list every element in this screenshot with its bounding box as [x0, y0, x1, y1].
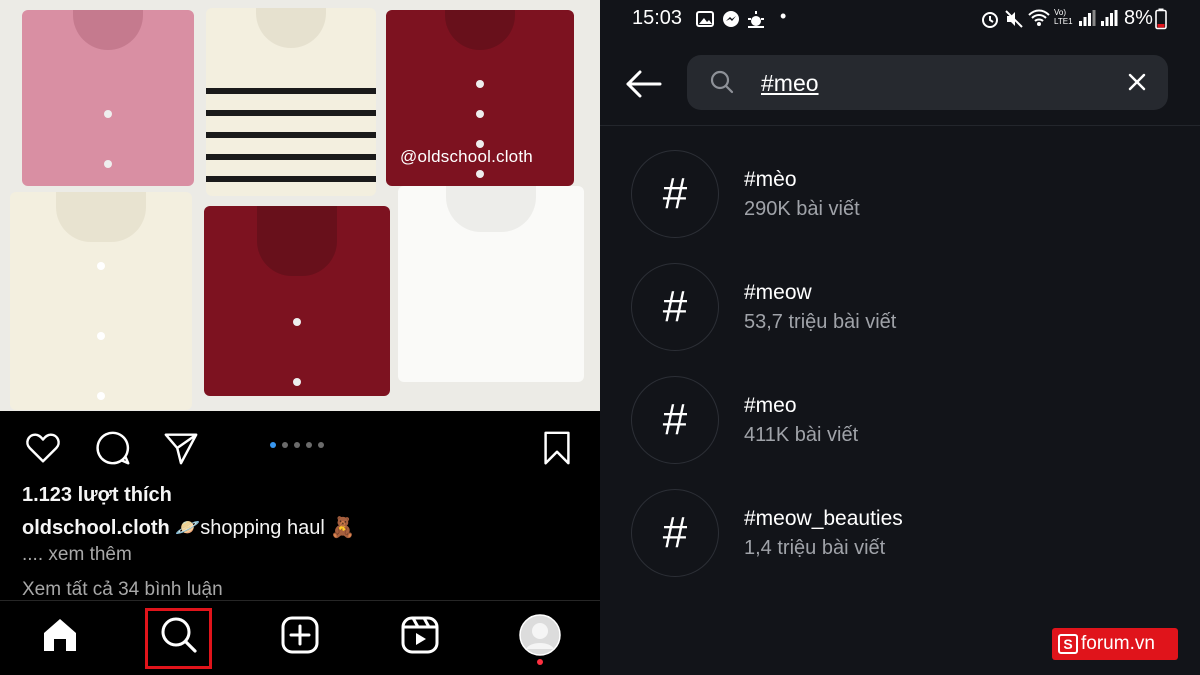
- photo-watermark: @oldschool.cloth: [400, 147, 533, 166]
- wifi-icon: [1028, 9, 1050, 26]
- hashtag-post-count: 53,7 triệu bài viết: [744, 311, 897, 333]
- more-notifications-dot: •: [780, 6, 787, 26]
- hashtag-icon: #: [631, 489, 719, 577]
- hashtag-result[interactable]: # #meow 53,7 triệu bài viết: [600, 263, 1200, 376]
- search-icon[interactable]: [157, 613, 201, 657]
- caption-text: 🪐shopping haul 🧸: [175, 517, 356, 539]
- hashtag-icon: #: [631, 376, 719, 464]
- signal-2-icon: [1101, 10, 1118, 26]
- caption-username[interactable]: oldschool.cloth: [22, 517, 170, 539]
- carousel-indicator: [270, 442, 324, 448]
- view-comments-link[interactable]: Xem tất cả 34 bình luận: [22, 579, 223, 601]
- network-label: Vo) LTE1: [1054, 8, 1073, 26]
- heart-icon[interactable]: [24, 429, 62, 467]
- alarm-icon: [982, 12, 998, 28]
- forum-logo-text: forum.vn: [1081, 633, 1155, 654]
- instagram-post-screen: @oldschool.cloth 1.123 lượt thích oldsch…: [0, 0, 600, 675]
- bookmark-icon[interactable]: [538, 429, 576, 467]
- status-time: 15:03: [632, 7, 683, 29]
- paper-plane-icon[interactable]: [162, 429, 200, 467]
- hashtag-name: #meo: [744, 394, 797, 417]
- hashtag-icon: #: [631, 150, 719, 238]
- search-glass-icon: [710, 70, 734, 94]
- hashtag-results-list: # #mèo 290K bài viết # #meow 53,7 triệu …: [600, 150, 1200, 602]
- hashtag-result[interactable]: # #meow_beauties 1,4 triệu bài viết: [600, 489, 1200, 602]
- hashtag-name: #meow_beauties: [744, 507, 903, 530]
- reels-icon[interactable]: [398, 613, 442, 657]
- see-more-link[interactable]: .... xem thêm: [22, 544, 132, 566]
- home-icon[interactable]: [38, 613, 82, 657]
- search-bar[interactable]: [687, 55, 1168, 110]
- hashtag-icon: #: [631, 263, 719, 351]
- clear-search-icon[interactable]: [1124, 69, 1150, 95]
- hashtag-result[interactable]: # #meo 411K bài viết: [600, 376, 1200, 489]
- white-cable-sweater: [398, 186, 584, 382]
- hashtag-post-count: 1,4 triệu bài viết: [744, 537, 886, 559]
- carousel-dot: [294, 442, 300, 448]
- hashtag-name: #meow: [744, 281, 812, 304]
- back-arrow-icon[interactable]: [622, 62, 666, 106]
- mute-icon: [1005, 10, 1023, 28]
- carousel-dot: [270, 442, 276, 448]
- carousel-dot: [306, 442, 312, 448]
- hashtag-result[interactable]: # #mèo 290K bài viết: [600, 150, 1200, 263]
- forum-logo-icon: S: [1058, 634, 1078, 654]
- post-photo[interactable]: @oldschool.cloth: [0, 0, 600, 411]
- weather-icon: [748, 11, 764, 28]
- notification-dot: [537, 659, 543, 665]
- search-header: [600, 44, 1200, 126]
- messenger-icon: [723, 11, 739, 27]
- carousel-dot: [318, 442, 324, 448]
- pink-cardigan: [22, 10, 194, 186]
- striped-cardigan: [206, 8, 376, 196]
- post-caption: oldschool.cloth 🪐shopping haul 🧸: [22, 515, 355, 540]
- plus-square-icon[interactable]: [278, 613, 322, 657]
- forum-watermark-logo: S forum.vn: [1052, 628, 1178, 660]
- battery-percent: 8%: [1124, 7, 1153, 29]
- like-count[interactable]: 1.123 lượt thích: [22, 484, 172, 507]
- carousel-dot: [282, 442, 288, 448]
- cream-cable-cardigan: [10, 192, 192, 410]
- gallery-icon: [696, 11, 714, 27]
- comment-bubble-icon[interactable]: [94, 429, 132, 467]
- avatar-icon[interactable]: [518, 613, 562, 657]
- signal-1-icon: [1079, 10, 1096, 26]
- battery-icon: [1155, 8, 1167, 30]
- search-screen: 15:03 • Vo) LTE1 8% #meo # #mèo 290K bài…: [600, 0, 1200, 675]
- bottom-navigation: [0, 600, 600, 675]
- red-vneck-cardigan: [204, 206, 390, 396]
- search-input[interactable]: [761, 67, 1101, 99]
- hashtag-post-count: 411K bài viết: [744, 424, 859, 446]
- status-bar: 15:03 • Vo) LTE1 8%: [600, 0, 1200, 38]
- hashtag-post-count: 290K bài viết: [744, 198, 860, 220]
- hashtag-name: #mèo: [744, 168, 797, 191]
